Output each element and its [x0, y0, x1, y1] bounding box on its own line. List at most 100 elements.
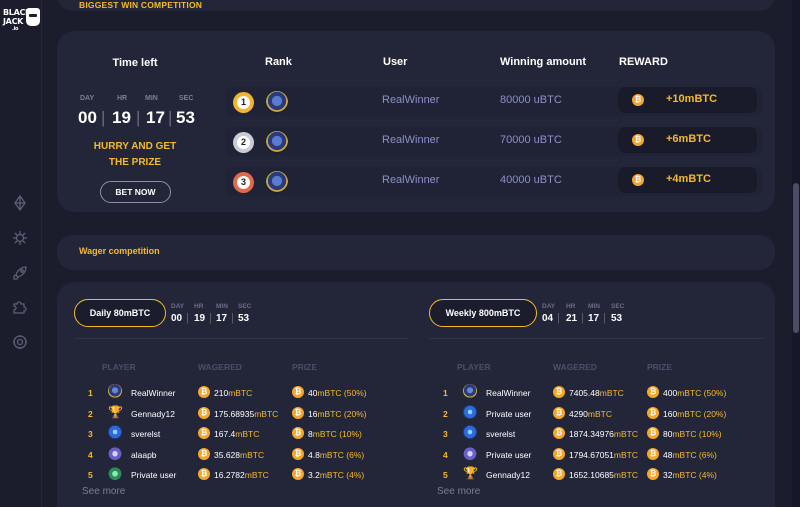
- player-name[interactable]: RealWinner: [131, 388, 175, 398]
- prize-percent: (4%): [343, 470, 365, 480]
- prize-column-header: PRIZE: [292, 362, 318, 372]
- diamond-icon[interactable]: [12, 195, 28, 211]
- winning-amount: 80000 uBTC: [500, 94, 562, 106]
- wagered-value: 7405.48: [569, 388, 600, 398]
- gold-medal-icon: 1: [233, 92, 254, 113]
- timer-separator: |: [557, 312, 560, 324]
- reward-value: +4mBTC: [666, 173, 711, 185]
- prize-amount: 80mBTC (10%): [663, 429, 722, 439]
- rocket-icon[interactable]: [12, 265, 28, 281]
- lion-avatar-icon: [266, 171, 288, 193]
- player-name[interactable]: RealWinner: [486, 388, 530, 398]
- leaderboard-rank: 2: [443, 408, 448, 419]
- bitcoin-coin-icon: ₿: [632, 134, 644, 146]
- bitcoin-coin-icon: ₿: [553, 386, 565, 398]
- player-column-header: PLAYER: [102, 362, 136, 372]
- trophy-avatar-icon: 🏆: [108, 404, 123, 419]
- player-name[interactable]: alaapb: [131, 450, 157, 460]
- wagered-unit: mBTC: [613, 429, 639, 439]
- prize-unit: mBTC: [312, 429, 337, 439]
- logo-line-2: JACK: [3, 17, 24, 26]
- wagered-unit: mBTC: [228, 388, 253, 398]
- wagered-column-header: WAGERED: [553, 362, 597, 372]
- countdown-hr: 19: [112, 108, 131, 127]
- daily-see-more-link[interactable]: See more: [82, 486, 125, 497]
- leaderboard-row: 4 alaapb ₿ 35.628mBTC ₿ 4.8mBTC (6%): [88, 445, 408, 466]
- leaderboard-rank: 1: [88, 388, 93, 398]
- weekly-see-more-link[interactable]: See more: [437, 486, 480, 497]
- player-name[interactable]: Private user: [131, 470, 176, 480]
- wagered-amount: 167.4mBTC: [214, 429, 259, 439]
- daily-timer-value: 53: [238, 313, 250, 324]
- leaderboard-rank: 4: [88, 449, 93, 460]
- virus-icon[interactable]: [12, 230, 28, 246]
- wagered-unit: mBTC: [599, 388, 624, 398]
- prize-amount: 16mBTC (20%): [308, 409, 367, 419]
- puzzle-icon[interactable]: [12, 299, 28, 315]
- prize-unit: mBTC: [672, 470, 697, 480]
- bitcoin-coin-icon: ₿: [553, 406, 565, 419]
- player-name[interactable]: Gennady12: [486, 470, 530, 480]
- prize-value: 400: [663, 388, 678, 398]
- weekly-timer-value: 21: [566, 313, 578, 324]
- prize-unit: mBTC: [677, 388, 702, 398]
- bitcoin-coin-icon: ₿: [292, 386, 304, 398]
- bitcoin-coin-icon: ₿: [292, 406, 304, 419]
- wagered-unit: mBTC: [235, 429, 260, 439]
- rank-row: 1 RealWinner 80000 uBTC ₿ +10mBTC: [226, 86, 763, 117]
- winner-username[interactable]: RealWinner: [382, 134, 439, 146]
- site-logo[interactable]: BLACK JACK .io: [3, 6, 41, 40]
- countdown-day: 00: [78, 108, 97, 127]
- wagered-unit: mBTC: [587, 408, 613, 419]
- leaderboard-rank: 3: [443, 429, 448, 439]
- prize-unit: mBTC: [317, 388, 342, 398]
- timer-separator: |: [186, 312, 189, 324]
- hurry-text: HURRY AND GET THE PRIZE: [80, 139, 190, 171]
- biggest-win-title: Biggest win competition: [79, 0, 203, 10]
- panel-divider: [429, 338, 764, 339]
- player-name[interactable]: sverelst: [131, 429, 160, 439]
- bitcoin-coin-icon: ₿: [198, 468, 210, 480]
- wagered-amount: 35.628mBTC: [214, 450, 264, 460]
- player-name[interactable]: Private user: [486, 409, 531, 419]
- prize-unit: mBTC: [319, 470, 344, 480]
- winner-username[interactable]: RealWinner: [382, 174, 439, 186]
- prize-amount: 160mBTC (20%): [663, 409, 726, 419]
- rank-number: 2: [237, 136, 250, 149]
- countdown-separator: |: [168, 108, 173, 127]
- countdown-separator: |: [101, 108, 106, 127]
- daily-competition-button[interactable]: Daily 80mBTC: [74, 299, 166, 327]
- leaderboard-row: 3 sverelst ₿ 1874.34976mBTC ₿ 80mBTC (10%): [443, 425, 763, 445]
- bitcoin-coin-icon: ₿: [198, 386, 210, 398]
- lion-avatar-icon: [463, 384, 477, 398]
- page-scrollbar[interactable]: [792, 0, 800, 507]
- amount-column-header: Winning amount: [500, 56, 587, 68]
- bet-now-button[interactable]: BET NOW: [100, 181, 171, 203]
- countdown-sec: 53: [176, 108, 195, 127]
- trophy-avatar-icon: 🏆: [463, 466, 478, 480]
- leaderboard-row: 2 🏆 Gennady12 ₿ 175.68935mBTC ₿ 16mBTC (20%): [88, 405, 408, 425]
- reward-value: +6mBTC: [666, 133, 711, 145]
- wagered-amount: 4290mBTC: [569, 409, 612, 419]
- bitcoin-coin-icon: ₿: [198, 447, 210, 460]
- player-name[interactable]: Private user: [486, 450, 531, 460]
- scrollbar-thumb[interactable]: [793, 183, 799, 333]
- player-name[interactable]: sverelst: [486, 429, 515, 439]
- wagered-amount: 7405.48mBTC: [569, 388, 624, 398]
- leaderboard-rank: 2: [88, 408, 93, 419]
- leaderboard-row: 5 🏆 Gennady12 ₿ 1652.10685mBTC ₿ 32mBTC (4%): [443, 466, 763, 486]
- wagered-value: 4290: [569, 408, 588, 419]
- gear-icon[interactable]: [12, 334, 28, 350]
- prize-percent: (10%): [336, 429, 362, 439]
- countdown-min: 17: [146, 108, 165, 127]
- bitcoin-coin-icon: ₿: [553, 468, 565, 480]
- silver-medal-icon: 2: [233, 132, 254, 153]
- prize-percent: (4%): [696, 470, 717, 480]
- leaderboard-rank: 3: [88, 429, 93, 439]
- countdown-label-hr: HR: [117, 95, 128, 102]
- player-name[interactable]: Gennady12: [131, 409, 175, 419]
- winner-username[interactable]: RealWinner: [382, 94, 439, 106]
- weekly-competition-button[interactable]: Weekly 800mBTC: [429, 299, 537, 327]
- bitcoin-coin-icon: ₿: [292, 468, 304, 480]
- rank-row: 3 RealWinner 40000 uBTC ₿ +4mBTC: [226, 166, 763, 197]
